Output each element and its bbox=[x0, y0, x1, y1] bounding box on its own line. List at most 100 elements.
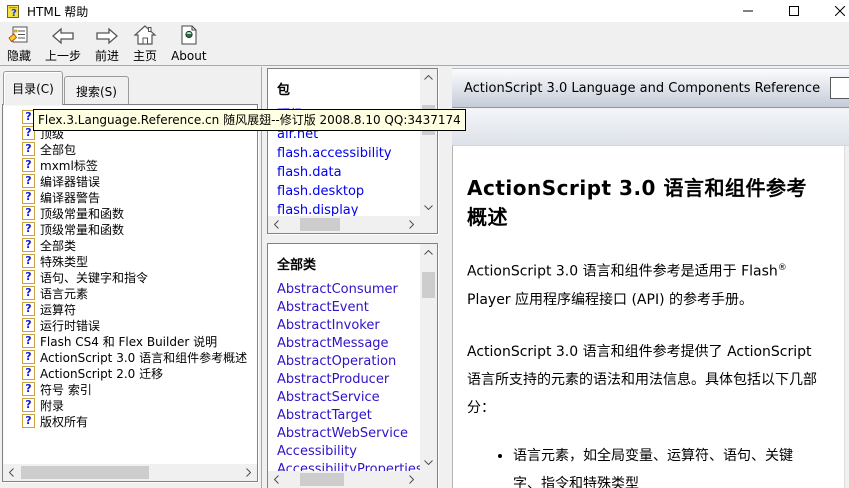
topic-paragraph-1: ActionScript 3.0 语言和组件参考是适用于 Flash® Play… bbox=[467, 254, 817, 314]
tree-item[interactable]: ? mxml标签 bbox=[3, 157, 257, 173]
scrollbar-corner bbox=[420, 216, 437, 233]
html-help-window: ? HTML 帮助 bbox=[0, 0, 849, 488]
content-scrollbar[interactable] bbox=[844, 146, 849, 488]
maximize-button[interactable] bbox=[771, 0, 817, 22]
help-book-icon: ? bbox=[6, 3, 22, 19]
tree-item-label: 符号 索引 bbox=[40, 381, 92, 397]
class-link[interactable]: AbstractProducer bbox=[277, 371, 420, 389]
classes-vertical-scrollbar[interactable] bbox=[420, 244, 437, 471]
class-link[interactable]: AbstractMessage bbox=[277, 335, 420, 353]
svg-text:?: ? bbox=[11, 8, 17, 19]
class-link[interactable]: AbstractInvoker bbox=[277, 317, 420, 335]
scroll-left-icon[interactable] bbox=[3, 464, 20, 481]
tree-horizontal-scrollbar[interactable] bbox=[3, 464, 257, 481]
tab-contents[interactable]: 目录(C) bbox=[3, 71, 63, 105]
package-link[interactable]: flash.display bbox=[277, 201, 420, 216]
tree-item[interactable]: ? 编译器错误 bbox=[3, 173, 257, 189]
search-input[interactable] bbox=[830, 77, 849, 99]
forward-button[interactable]: 前进 bbox=[90, 24, 124, 64]
scroll-down-icon[interactable] bbox=[420, 454, 437, 471]
banner-title: ActionScript 3.0 Language and Components… bbox=[464, 81, 820, 96]
help-topic-icon: ? bbox=[22, 318, 35, 332]
hide-button[interactable]: 隐藏 bbox=[2, 24, 36, 64]
tree-item[interactable]: ? 符号 索引 bbox=[3, 381, 257, 397]
back-button[interactable]: 上一步 bbox=[40, 24, 86, 64]
package-link[interactable]: flash.accessibility bbox=[277, 144, 420, 163]
help-topic-icon: ? bbox=[22, 190, 35, 204]
window-title: HTML 帮助 bbox=[27, 3, 88, 20]
scroll-up-icon[interactable] bbox=[420, 244, 437, 261]
tree-rows: ? Flex.3.Language.Reference.cn 随风展翅--修订版… bbox=[3, 105, 257, 464]
hide-panel-icon bbox=[8, 25, 30, 45]
tree-item[interactable]: ? 特殊类型 bbox=[3, 253, 257, 269]
tree-item-label: 编译器错误 bbox=[40, 173, 100, 189]
tree-item-label: 全部包 bbox=[40, 141, 76, 157]
scroll-down-icon[interactable] bbox=[420, 199, 437, 216]
about-document-icon bbox=[180, 25, 198, 45]
packages-header: 包 bbox=[277, 79, 420, 98]
tree-item-label: 运算符 bbox=[40, 301, 76, 317]
classes-panel: 全部类 AbstractConsumer AbstractEvent Abstr… bbox=[267, 243, 438, 488]
help-topic-icon: ? bbox=[22, 302, 35, 316]
classes-horizontal-scrollbar[interactable] bbox=[268, 471, 420, 488]
class-link[interactable]: AbstractService bbox=[277, 389, 420, 407]
package-link[interactable]: flash.desktop bbox=[277, 182, 420, 201]
scroll-right-icon[interactable] bbox=[403, 471, 420, 488]
tree-item[interactable]: ? 运算符 bbox=[3, 301, 257, 317]
class-link[interactable]: AbstractTarget bbox=[277, 407, 420, 425]
tree-item[interactable]: ? 顶级常量和函数 bbox=[3, 205, 257, 221]
packages-horizontal-scrollbar[interactable] bbox=[268, 216, 420, 233]
tree-item-label: 顶级常量和函数 bbox=[40, 221, 124, 237]
about-button[interactable]: About bbox=[166, 24, 211, 64]
about-button-label: About bbox=[171, 49, 206, 63]
tree-item[interactable]: ? 顶级常量和函数 bbox=[3, 221, 257, 237]
tree-item[interactable]: ? Flash CS4 和 Flex Builder 说明 bbox=[3, 333, 257, 349]
help-topic-icon: ? bbox=[22, 206, 35, 220]
class-link[interactable]: AbstractEvent bbox=[277, 299, 420, 317]
tree-item-label: 特殊类型 bbox=[40, 253, 88, 269]
tree-item[interactable]: ? 全部类 bbox=[3, 237, 257, 253]
minimize-button[interactable] bbox=[725, 0, 771, 22]
tree-item[interactable]: ? 附录 bbox=[3, 397, 257, 413]
scroll-left-icon[interactable] bbox=[268, 471, 285, 488]
help-topic-icon: ? bbox=[22, 174, 35, 188]
packages-vertical-scrollbar[interactable] bbox=[420, 69, 437, 216]
class-link[interactable]: AbstractOperation bbox=[277, 353, 420, 371]
class-link[interactable]: AbstractConsumer bbox=[277, 281, 420, 299]
package-link[interactable]: flash.data bbox=[277, 163, 420, 182]
topic-pane: ActionScript 3.0 Language and Components… bbox=[440, 67, 849, 488]
tree-item[interactable]: ? 全部包 bbox=[3, 141, 257, 157]
tree-item-label: 全部类 bbox=[40, 237, 76, 253]
hide-button-label: 隐藏 bbox=[7, 49, 31, 63]
class-link[interactable]: Accessibility bbox=[277, 443, 420, 461]
tree-item[interactable]: ? 版权所有 bbox=[3, 413, 257, 429]
back-arrow-icon bbox=[51, 25, 75, 45]
tree-item-label: 附录 bbox=[40, 397, 64, 413]
home-button[interactable]: 主页 bbox=[128, 24, 162, 64]
tree-item[interactable]: ? ActionScript 3.0 语言和组件参考概述 bbox=[3, 349, 257, 365]
close-button[interactable] bbox=[817, 0, 849, 22]
packages-hscroll-thumb[interactable] bbox=[300, 218, 340, 231]
scroll-right-icon[interactable] bbox=[240, 464, 257, 481]
class-link[interactable]: AbstractWebService bbox=[277, 425, 420, 443]
tree-hscroll-thumb[interactable] bbox=[21, 466, 149, 479]
help-topic-icon: ? bbox=[22, 158, 35, 172]
scroll-right-icon[interactable] bbox=[403, 216, 420, 233]
tree-item[interactable]: ? 语句、关键字和指令 bbox=[3, 269, 257, 285]
tree-item[interactable]: ? ActionScript 2.0 迁移 bbox=[3, 365, 257, 381]
classes-vscroll-thumb[interactable] bbox=[422, 272, 435, 298]
reference-banner: ActionScript 3.0 Language and Components… bbox=[452, 68, 849, 108]
tab-contents-label: 目录(C) bbox=[12, 80, 54, 97]
classes-list: AbstractConsumer AbstractEvent AbstractI… bbox=[277, 281, 420, 471]
tree-item[interactable]: ? 编译器警告 bbox=[3, 189, 257, 205]
tree-item[interactable]: ? 运行时错误 bbox=[3, 317, 257, 333]
class-link[interactable]: AccessibilityProperties bbox=[277, 461, 420, 471]
scroll-left-icon[interactable] bbox=[268, 216, 285, 233]
classes-hscroll-thumb[interactable] bbox=[300, 473, 344, 486]
scroll-up-icon[interactable] bbox=[420, 69, 437, 86]
tree-item[interactable]: ? 语言元素 bbox=[3, 285, 257, 301]
tab-search[interactable]: 搜索(S) bbox=[64, 76, 129, 105]
help-topic-icon: ? bbox=[22, 222, 35, 236]
tree-item-label: 运行时错误 bbox=[40, 317, 100, 333]
topic-bullet-item: 语言元素，如全局变量、运算符、语句、关键字、指令和特殊类型 bbox=[513, 442, 817, 488]
